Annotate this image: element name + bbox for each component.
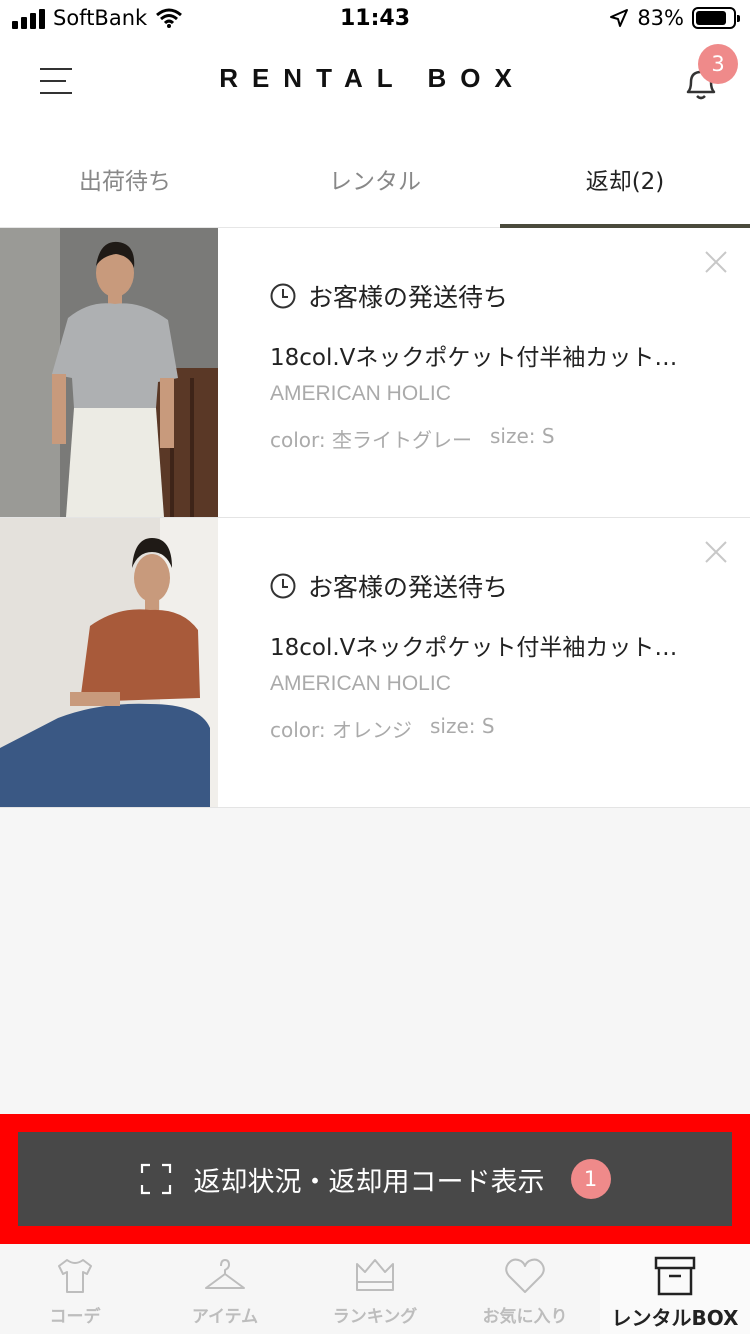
tab-rental[interactable]: レンタル	[250, 130, 500, 227]
item-size: size: S	[490, 424, 555, 448]
product-image[interactable]	[0, 228, 218, 517]
status-bar: SoftBank 11:43 83%	[0, 0, 750, 40]
battery-percent: 83%	[637, 6, 684, 30]
nav-label: コーデ	[49, 1307, 101, 1327]
nav-items[interactable]: アイテム	[150, 1244, 300, 1334]
item-color: color: オレンジ	[270, 718, 412, 742]
nav-label: レンタルBOX	[611, 1306, 739, 1330]
nav-coordinate[interactable]: コーデ	[0, 1244, 150, 1334]
shirt-icon	[58, 1259, 92, 1293]
item-size: size: S	[430, 714, 495, 738]
nav-ranking[interactable]: ランキング	[300, 1244, 450, 1334]
scan-icon	[140, 1163, 171, 1195]
location-arrow-icon	[610, 9, 629, 27]
close-icon[interactable]	[704, 540, 728, 564]
tab-label: 出荷待ち	[79, 168, 171, 195]
logo-text: RENTAL BOX	[219, 62, 526, 93]
status-text: お客様の発送待ち	[308, 283, 509, 312]
item-brand: AMERICAN HOLIC	[270, 382, 451, 405]
close-icon[interactable]	[704, 250, 728, 274]
list-item[interactable]: お客様の発送待ち 18col.Vネックポケット付半袖カット… AMERICAN …	[0, 228, 750, 518]
bottom-nav: コーデ アイテム ランキング お気に入り レンタルBOX	[0, 1244, 750, 1334]
tab-awaiting-shipment[interactable]: 出荷待ち	[0, 130, 250, 227]
item-brand: AMERICAN HOLIC	[270, 672, 451, 695]
item-title[interactable]: 18col.Vネックポケット付半袖カット…	[270, 338, 710, 372]
shirt-top	[80, 609, 200, 702]
box-icon	[654, 1256, 696, 1296]
status-right: 83%	[609, 6, 740, 30]
item-title[interactable]: 18col.Vネックポケット付半袖カット…	[270, 628, 710, 662]
tab-return[interactable]: 返却(2)	[500, 130, 750, 227]
tab-bar: 出荷待ち レンタル 返却(2)	[0, 130, 750, 228]
hanger-icon	[205, 1259, 245, 1289]
battery-icon	[692, 7, 740, 29]
return-code-button[interactable]: 返却状況・返却用コード表示 1	[18, 1132, 732, 1226]
app-header: RENTAL BOX	[0, 40, 750, 130]
status-text: お客様の発送待ち	[308, 573, 509, 602]
clock-icon	[270, 283, 296, 309]
item-status: お客様の発送待ち	[270, 568, 508, 604]
nav-label: お気に入り	[482, 1307, 568, 1327]
tab-label: レンタル	[329, 168, 421, 195]
nav-rental-box[interactable]: レンタルBOX	[600, 1244, 750, 1334]
heart-icon	[505, 1258, 545, 1293]
crown-icon	[356, 1259, 394, 1291]
nav-label: アイテム	[191, 1307, 259, 1327]
return-code-label: 返却状況・返却用コード表示	[193, 1166, 545, 1198]
nav-favorites[interactable]: お気に入り	[450, 1244, 600, 1334]
item-meta: color: 杢ライトグレー size: S	[270, 424, 555, 453]
item-status: お客様の発送待ち	[270, 278, 508, 314]
nav-label: ランキング	[332, 1307, 418, 1327]
battery-level	[696, 11, 726, 25]
product-image[interactable]	[0, 518, 218, 807]
action-highlight-frame: 返却状況・返却用コード表示 1	[0, 1114, 750, 1244]
item-color: color: 杢ライトグレー	[270, 428, 472, 452]
return-code-badge: 1	[570, 1159, 611, 1199]
list-item[interactable]: お客様の発送待ち 18col.Vネックポケット付半袖カット… AMERICAN …	[0, 518, 750, 808]
notification-badge[interactable]: 3	[698, 44, 738, 84]
app-logo[interactable]: RENTAL BOX	[175, 58, 570, 98]
tab-label: 返却(2)	[585, 168, 665, 195]
return-item-list: お客様の発送待ち 18col.Vネックポケット付半袖カット… AMERICAN …	[0, 228, 750, 808]
menu-icon[interactable]	[40, 68, 72, 96]
clock-icon	[270, 573, 296, 599]
item-meta: color: オレンジ size: S	[270, 714, 495, 743]
